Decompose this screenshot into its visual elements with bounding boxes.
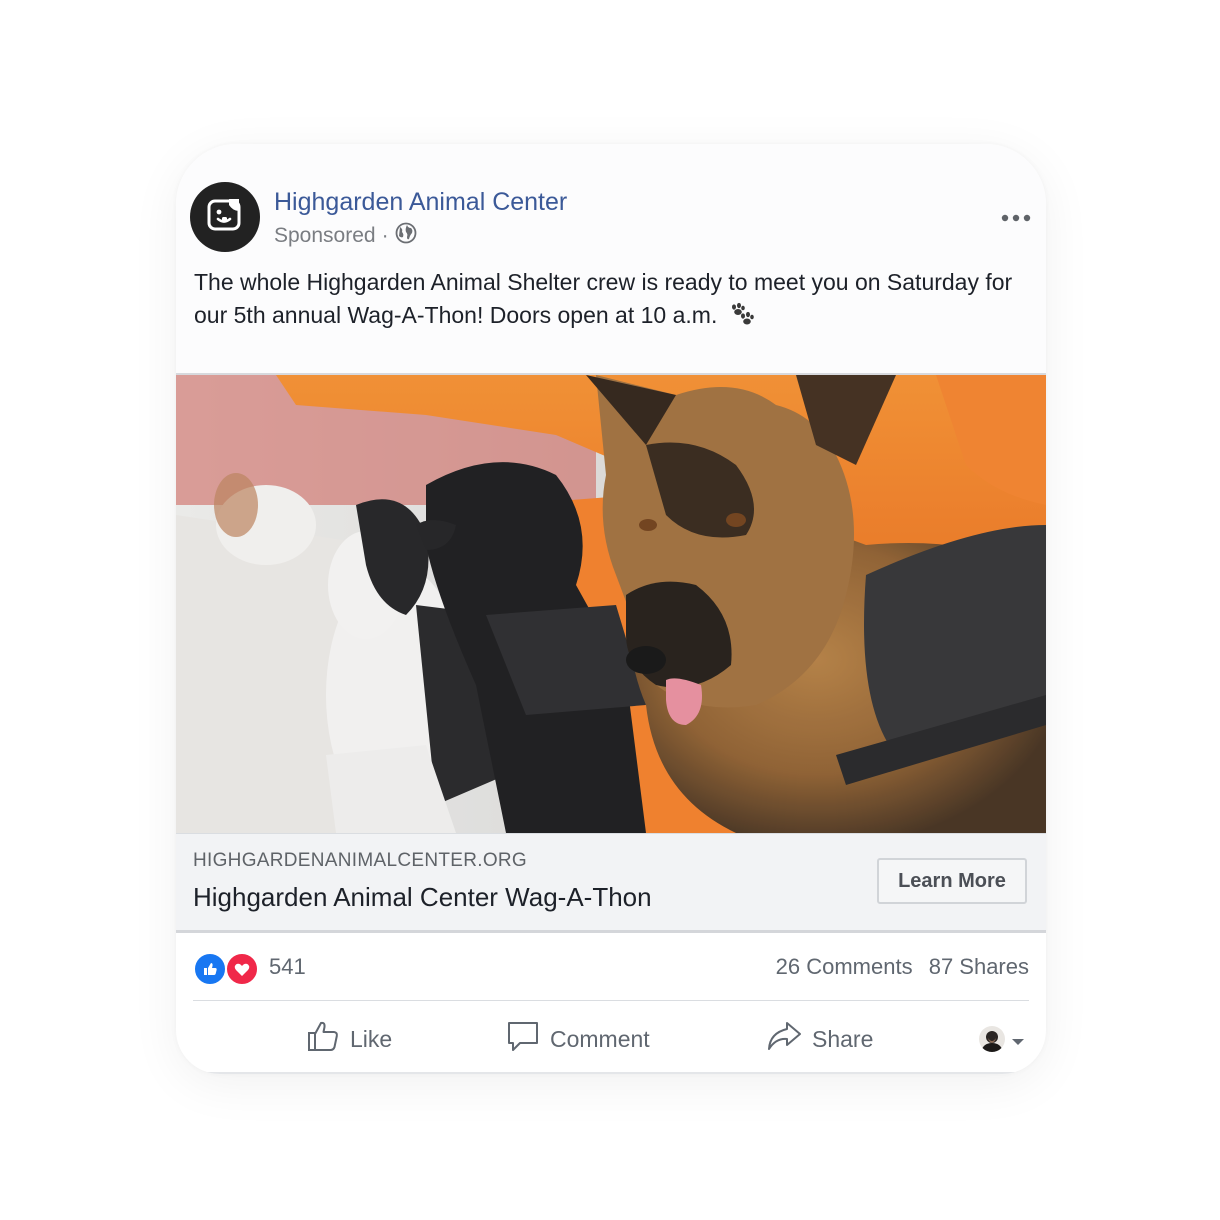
comment-share-counts: 26 Comments 87 Shares: [776, 954, 1029, 980]
love-reaction-icon: [225, 952, 259, 986]
user-avatar: [979, 1026, 1005, 1052]
link-domain: HIGHGARDENANIMALCENTER.ORG: [193, 850, 528, 871]
sponsored-row: Sponsored ·: [274, 222, 417, 250]
paw-prints-icon: [728, 302, 756, 335]
more-options-icon: [1001, 209, 1031, 227]
comments-count[interactable]: 26 Comments: [776, 954, 913, 979]
post-message-text: The whole Highgarden Animal Shelter crew…: [194, 269, 1013, 328]
dog-face-logo-icon: [205, 195, 245, 240]
like-label: Like: [350, 1025, 393, 1052]
globe-icon[interactable]: [395, 222, 417, 250]
like-reaction-icon: [193, 952, 227, 986]
page-avatar[interactable]: [190, 182, 260, 252]
more-options-button[interactable]: [996, 204, 1036, 232]
post-message: The whole Highgarden Animal Shelter crew…: [194, 266, 1034, 335]
reaction-count[interactable]: 541: [269, 954, 306, 980]
reaction-icons[interactable]: [193, 952, 259, 986]
like-button[interactable]: Like: [306, 1016, 392, 1062]
dogs-photo: [176, 375, 1046, 833]
comment-label: Comment: [550, 1025, 650, 1052]
share-button[interactable]: Share: [766, 1016, 873, 1062]
share-arrow-icon: [766, 1019, 802, 1059]
learn-more-button[interactable]: Learn More: [877, 858, 1027, 904]
reactions-summary: 541 26 Comments 87 Shares: [193, 950, 1029, 986]
actions-divider: [193, 1000, 1029, 1001]
link-headline[interactable]: Highgarden Animal Center Wag-A-Thon: [193, 882, 652, 913]
thumbs-up-icon: [306, 1019, 340, 1059]
page-name-link[interactable]: Highgarden Animal Center: [274, 188, 567, 217]
card-bottom-border: [176, 1072, 1046, 1074]
comment-button[interactable]: Comment: [506, 1016, 650, 1062]
post-actions-bar: Like Comment Share: [176, 1016, 1046, 1062]
ad-image[interactable]: [176, 373, 1046, 835]
chevron-down-icon: [1011, 1026, 1025, 1053]
share-label: Share: [812, 1025, 874, 1052]
post-as-selector[interactable]: [979, 1016, 1025, 1062]
ad-post-card: Highgarden Animal Center Sponsored · The…: [176, 144, 1046, 1074]
comment-bubble-icon: [506, 1019, 540, 1059]
post-header: [176, 144, 1046, 374]
dot-separator: ·: [381, 224, 389, 247]
sponsored-label: Sponsored: [274, 224, 376, 247]
link-preview-bar[interactable]: HIGHGARDENANIMALCENTER.ORG Highgarden An…: [176, 833, 1046, 933]
shares-count[interactable]: 87 Shares: [929, 954, 1029, 979]
